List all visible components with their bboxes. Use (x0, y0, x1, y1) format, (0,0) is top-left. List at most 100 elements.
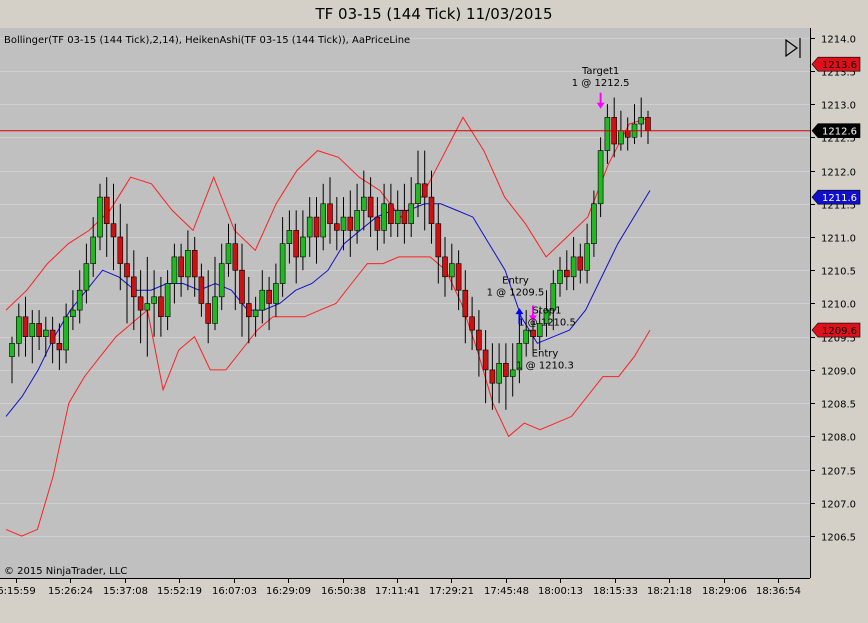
price-tick-label: 1208.0 (821, 433, 856, 444)
price-label-text: 1213.6 (822, 60, 857, 71)
candle-bull (354, 210, 360, 231)
candle-bull (408, 203, 415, 225)
price-tick-label: 1206.5 (821, 533, 856, 544)
candle-bull (591, 203, 597, 245)
candle-bull (15, 316, 22, 344)
candle-bull (252, 309, 259, 318)
candle-bull (42, 329, 49, 338)
candle-bear (313, 216, 320, 238)
candle-bull (381, 203, 387, 231)
price-tick-label: 1212.0 (821, 168, 856, 179)
candle-bull (144, 303, 151, 311)
candle-bull (151, 296, 157, 304)
candle-bear (503, 362, 509, 377)
indicator-label: Bollinger(TF 03-15 (144 Tick),2,14), Hei… (4, 35, 410, 46)
candle-bear (36, 323, 42, 337)
candle-bull (212, 296, 218, 324)
candle-bull (70, 309, 76, 318)
time-tick-label: 18:29:06 (702, 586, 747, 597)
candle-bear (56, 342, 63, 351)
candle-bull (279, 243, 286, 284)
candle-bear (476, 329, 482, 351)
candle-bull (259, 289, 266, 311)
candle-bull (273, 283, 279, 304)
annotation-sublabel: 1 @ 1210.5 (518, 317, 576, 328)
time-tick-label: 17:29:21 (429, 586, 474, 597)
candle-bear (110, 223, 117, 238)
candle-bull (185, 250, 191, 278)
annotation-sublabel: 1 @ 1209.5 (487, 288, 545, 299)
price-tick-label: 1207.5 (821, 467, 856, 478)
price-tick-label: 1210.5 (821, 267, 856, 278)
candle-bear (421, 183, 428, 198)
chart-canvas[interactable]: Target11 @ 1212.5Entry1 @ 1209.5Stop11 @… (0, 0, 868, 623)
time-tick-label: 17:45:48 (484, 586, 529, 597)
candle-bear (462, 289, 469, 318)
candle-bull (638, 117, 645, 125)
candle-bear (191, 250, 198, 278)
price-label-text: 1212.6 (822, 127, 857, 138)
candle-bear (624, 130, 631, 138)
candle-bull (218, 263, 225, 298)
candle-bear (645, 117, 651, 132)
price-tick-label: 1211.0 (821, 234, 856, 245)
candle-bear (374, 216, 381, 231)
candle-bear (435, 223, 442, 258)
candle-bull (300, 236, 306, 258)
candle-bear (367, 196, 374, 218)
price-tick-label: 1213.0 (821, 101, 856, 112)
candle-bull (225, 243, 232, 264)
candle-bear (239, 269, 245, 304)
time-tick-label: 15:26:24 (48, 586, 93, 597)
candle-bull (340, 216, 347, 231)
annotation-label: Entry (532, 349, 559, 360)
candle-bull (306, 216, 313, 238)
candle-bull (448, 263, 455, 278)
candle-bear (482, 349, 489, 371)
time-axis-panel[interactable] (0, 578, 868, 623)
time-tick-label: 6:15:59 (0, 586, 36, 597)
time-tick-label: 18:15:33 (593, 586, 638, 597)
candle-bull (584, 243, 590, 271)
candle-bear (530, 329, 536, 338)
candle-bull (360, 196, 367, 211)
time-tick-label: 18:36:54 (756, 586, 801, 597)
time-tick-label: 16:29:09 (266, 586, 311, 597)
candle-bear (428, 196, 435, 225)
candle-bear (469, 316, 475, 331)
candle-bear (246, 303, 252, 318)
candle-bear (22, 316, 29, 337)
annotation-label: Target1 (581, 66, 619, 77)
candle-bear (347, 216, 354, 231)
candle-bull (570, 256, 577, 278)
candle-bear (178, 256, 184, 278)
price-label-text: 1209.6 (822, 326, 857, 337)
annotation-sublabel: 1 @ 1210.3 (516, 361, 574, 372)
time-tick-label: 15:37:08 (103, 586, 148, 597)
candle-bear (327, 203, 333, 225)
candle-bull (523, 329, 530, 344)
time-tick-label: 15:52:19 (157, 586, 202, 597)
candle-bear (49, 329, 56, 344)
candle-bull (320, 203, 327, 238)
annotation-label: Entry (502, 276, 529, 287)
time-tick-label: 16:50:38 (321, 586, 366, 597)
candle-bear (198, 276, 205, 304)
candle-bull (76, 289, 83, 311)
candle-bear (333, 223, 340, 231)
candle-bull (171, 256, 178, 284)
candle-bear (232, 243, 239, 271)
time-tick-label: 18:21:18 (647, 586, 692, 597)
candle-bull (618, 130, 624, 145)
candle-bull (164, 283, 171, 318)
candle-bear (131, 276, 137, 298)
price-tick-label: 1209.0 (821, 367, 856, 378)
candle-bull (83, 263, 90, 291)
time-tick-label: 18:00:13 (538, 586, 583, 597)
candle-bull (63, 316, 69, 351)
price-label-text: 1211.6 (822, 193, 857, 204)
candle-bear (563, 269, 570, 278)
price-tick-label: 1208.5 (821, 400, 856, 411)
candle-bull (557, 269, 563, 284)
copyright-label: © 2015 NinjaTrader, LLC (4, 566, 127, 577)
